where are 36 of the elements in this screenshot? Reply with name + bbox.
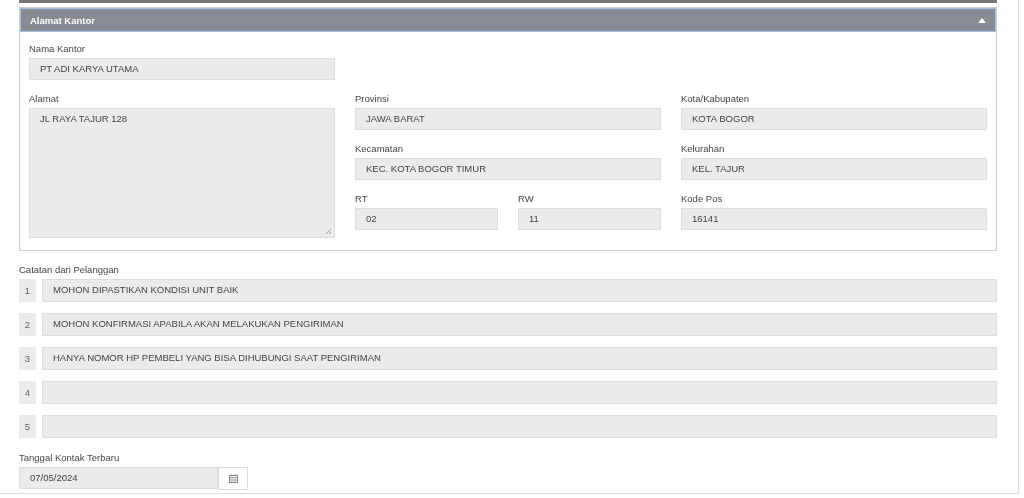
row-number: 5 — [19, 415, 36, 438]
row-number: 2 — [19, 313, 36, 336]
field-label: Alamat — [29, 92, 60, 106]
field-label: RT — [355, 192, 369, 206]
input-field[interactable]: KEC. KOTA BOGOR TIMUR — [355, 158, 661, 180]
date-label: Tanggal Kontak Terbaru — [19, 451, 121, 465]
panel-title: Alamat Kantor — [30, 14, 95, 26]
input-field[interactable]: 11 — [518, 208, 661, 230]
input-field[interactable]: 16141 — [681, 208, 987, 230]
input-field[interactable]: JAWA BARAT — [355, 108, 661, 130]
field-label: Kelurahan — [681, 142, 726, 156]
date-field[interactable]: 07/05/2024 — [19, 467, 218, 489]
input-field[interactable]: PT ADI KARYA UTAMA — [29, 58, 335, 80]
field-label: Kota/Kabupaten — [681, 92, 751, 106]
note-field[interactable]: MOHON DIPASTIKAN KONDISI UNIT BAIK — [42, 279, 997, 302]
calendar-icon — [228, 474, 238, 483]
row-number: 4 — [19, 381, 36, 404]
calendar-button[interactable] — [218, 467, 248, 490]
field-label: Provinsi — [355, 92, 390, 106]
field-label: Kecamatan — [355, 142, 405, 156]
note-field[interactable]: MOHON KONFIRMASI APABILA AKAN MELAKUKAN PENGIRIMAN — [42, 313, 997, 336]
field-label: Kode Pos — [681, 192, 724, 206]
note-field[interactable]: HANYA NOMOR HP PEMBELI YANG BISA DIHUBUNGI SAAT PENGIRIMAN — [42, 347, 997, 370]
row-number: 1 — [19, 279, 36, 302]
resize-grip-icon[interactable] — [325, 228, 332, 235]
address-textarea[interactable]: JL RAYA TAJUR 128 — [29, 108, 335, 238]
row-number: 3 — [19, 347, 36, 370]
note-field[interactable] — [42, 415, 997, 438]
input-field[interactable]: 02 — [355, 208, 498, 230]
notes-label: Catatan dari Pelanggan — [19, 263, 120, 277]
input-field[interactable]: KEL. TAJUR — [681, 158, 987, 180]
collapse-caret-icon[interactable] — [978, 17, 986, 23]
field-label: RW — [518, 192, 535, 206]
note-field[interactable] — [42, 381, 997, 404]
input-field[interactable]: KOTA BOGOR — [681, 108, 987, 130]
field-label: Nama Kantor — [29, 42, 86, 56]
